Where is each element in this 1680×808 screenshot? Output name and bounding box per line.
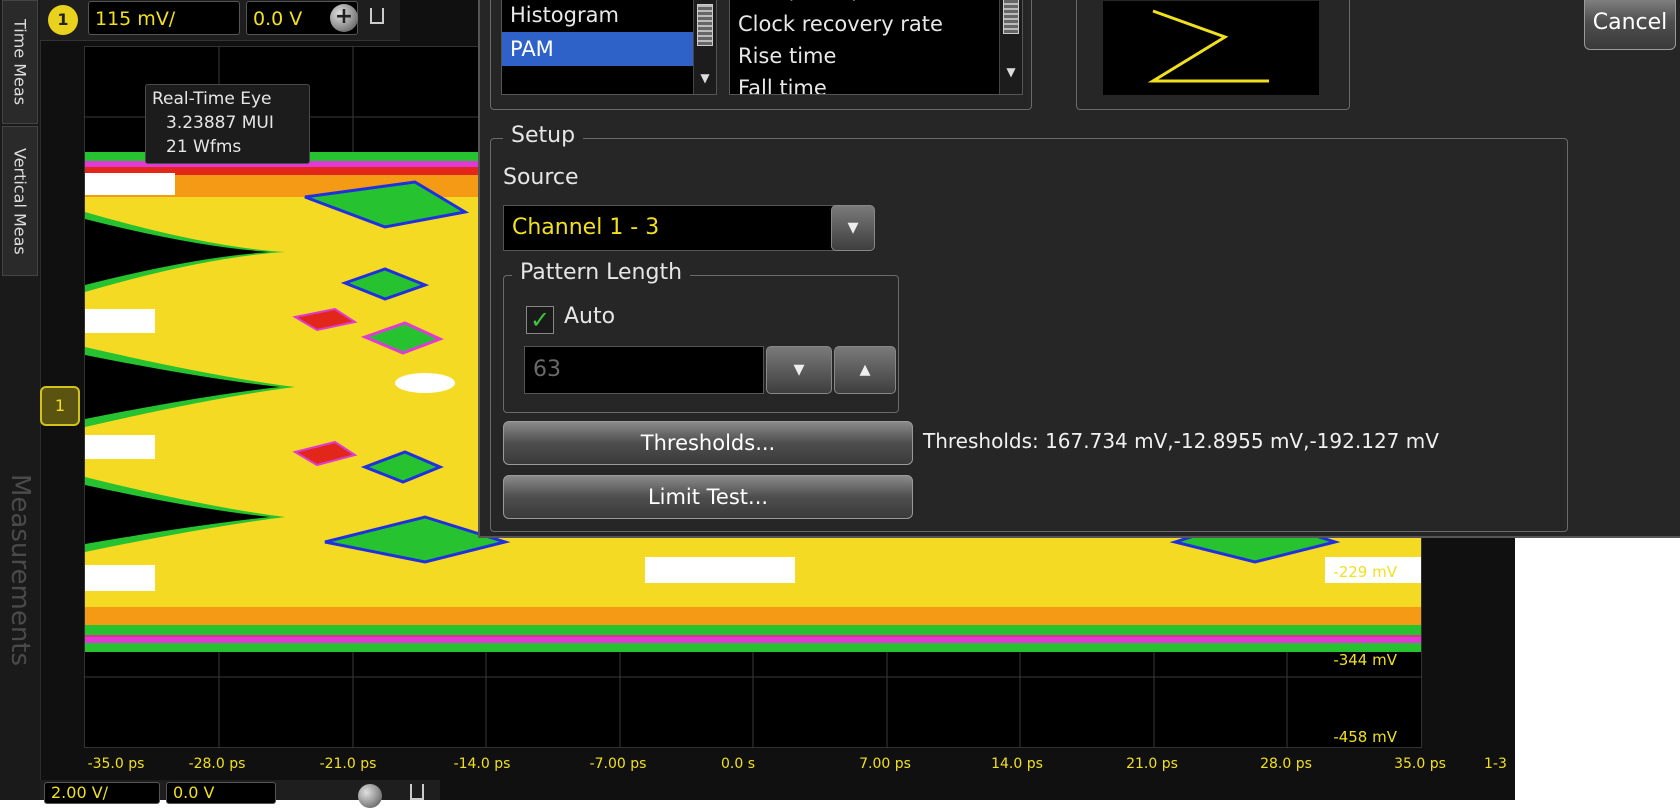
scroll-thumb[interactable] bbox=[697, 4, 713, 46]
auto-checkbox[interactable]: ✓ bbox=[526, 306, 554, 334]
tab-time-meas-label: Time Meas bbox=[10, 18, 30, 106]
y-axis-label: -344 mV bbox=[1333, 651, 1397, 669]
list-item[interactable]: Histogram bbox=[502, 0, 716, 32]
tab-measurements[interactable]: Measurements bbox=[2, 440, 38, 700]
tab-measurements-label: Measurements bbox=[5, 473, 35, 667]
chevron-down-icon[interactable]: ▾ bbox=[831, 205, 875, 251]
setup-panel: Setup Source Channel 1 - 3 ▾ Pattern Len… bbox=[490, 123, 1568, 532]
scroll-down-icon[interactable]: ▼ bbox=[1003, 64, 1019, 80]
x-axis-label: 28.0 ps bbox=[1260, 756, 1312, 772]
channel-1-icon[interactable]: 1 bbox=[48, 5, 78, 35]
y-axis-label: -229 mV bbox=[1333, 563, 1397, 581]
setup-legend: Setup bbox=[503, 123, 584, 148]
scroll-thumb[interactable] bbox=[1003, 0, 1019, 34]
chevron-down-icon[interactable]: ▾ bbox=[766, 346, 832, 394]
x-axis-label: -35.0 ps bbox=[87, 756, 145, 772]
x-axis-label: 35.0 ps bbox=[1394, 756, 1446, 772]
channel-bar-bottom: 2.00 V/ 0.0 V bbox=[40, 780, 440, 808]
list-item[interactable]: Rise time bbox=[730, 40, 1022, 72]
preview-panel bbox=[1076, 0, 1350, 110]
x-axis-label: 14.0 ps bbox=[991, 756, 1043, 772]
measurement-preview bbox=[1103, 1, 1319, 95]
x-axis-label: -7.00 ps bbox=[589, 756, 647, 772]
category-scrollbar[interactable]: ▼ bbox=[693, 0, 716, 94]
pattern-length-panel: Pattern Length ✓ Auto 63 ▾ ▴ bbox=[503, 260, 899, 413]
scroll-down-icon[interactable]: ▼ bbox=[697, 70, 713, 86]
list-item[interactable]: PAM bbox=[502, 32, 716, 66]
thresholds-button[interactable]: Thresholds... bbox=[503, 421, 913, 465]
chevron-up-icon[interactable]: ▴ bbox=[834, 346, 896, 394]
category-list[interactable]: Histogram PAM ▼ bbox=[501, 0, 717, 95]
pattern-length-legend: Pattern Length bbox=[512, 260, 691, 285]
channel-marker-icon[interactable]: 1 bbox=[40, 386, 80, 426]
x-axis-label: 21.0 ps bbox=[1126, 756, 1178, 772]
cancel-button[interactable]: Cancel bbox=[1584, 0, 1676, 50]
pin-icon[interactable] bbox=[370, 8, 384, 24]
y-axis-label: -458 mV bbox=[1333, 728, 1397, 746]
tab-vertical-meas-label: Vertical Meas bbox=[10, 147, 30, 255]
measurement-dialog: Histogram PAM ▼ SER (PAM4) Clock recover… bbox=[478, 0, 1680, 538]
pattern-length-input[interactable]: 63 bbox=[524, 346, 764, 394]
pin-icon[interactable] bbox=[410, 784, 424, 800]
source-label: Source bbox=[503, 165, 579, 190]
x-axis-label: 0.0 s bbox=[720, 756, 756, 772]
list-item[interactable]: SER (PAM4) bbox=[730, 0, 1022, 8]
source-value: Channel 1 - 3 bbox=[512, 215, 660, 240]
x-axis-label: 7.00 ps bbox=[859, 756, 911, 772]
x-axis-label: -14.0 ps bbox=[453, 756, 511, 772]
plus-icon[interactable]: + bbox=[330, 4, 358, 32]
left-tab-strip: Time Meas Vertical Meas Measurements bbox=[0, 0, 41, 800]
thresholds-text: Thresholds: 167.734 mV,-12.8955 mV,-192.… bbox=[923, 429, 1439, 453]
auto-label: Auto bbox=[564, 304, 616, 329]
measurement-preview-icon bbox=[1147, 9, 1269, 83]
list-item[interactable]: Clock recovery rate bbox=[730, 8, 1022, 40]
volts-per-div-field[interactable]: 115 mV/ bbox=[88, 1, 240, 35]
knob-icon[interactable] bbox=[358, 784, 382, 808]
list-item[interactable]: Fall time bbox=[730, 72, 1022, 94]
x-axis-channel-label: 1-3 bbox=[1484, 756, 1507, 772]
eye-info-box: Real-Time Eye 3.23887 MUI 21 Wfms bbox=[145, 84, 310, 164]
x-axis-label: -28.0 ps bbox=[188, 756, 246, 772]
selection-panel: Histogram PAM ▼ SER (PAM4) Clock recover… bbox=[490, 0, 1032, 110]
eye-info-title: Real-Time Eye bbox=[152, 89, 272, 109]
tab-vertical-meas[interactable]: Vertical Meas bbox=[2, 126, 38, 276]
channel-bar-top: 1 115 mV/ 0.0 V + bbox=[40, 0, 400, 41]
timebase-offset-field[interactable]: 0.0 V bbox=[166, 782, 276, 804]
tab-time-meas[interactable]: Time Meas bbox=[2, 0, 38, 124]
source-dropdown[interactable]: Channel 1 - 3 bbox=[503, 205, 871, 251]
x-axis-label: -21.0 ps bbox=[319, 756, 377, 772]
measurement-list[interactable]: SER (PAM4) Clock recovery rate Rise time… bbox=[729, 0, 1023, 95]
pattern-length-value: 63 bbox=[533, 357, 561, 382]
limit-test-button[interactable]: Limit Test... bbox=[503, 475, 913, 519]
eye-info-mui: 3.23887 MUI bbox=[166, 113, 274, 133]
eye-info-wfms: 21 Wfms bbox=[166, 137, 242, 157]
timebase-field[interactable]: 2.00 V/ bbox=[44, 782, 160, 804]
measurement-scrollbar[interactable]: ▼ bbox=[999, 0, 1022, 94]
